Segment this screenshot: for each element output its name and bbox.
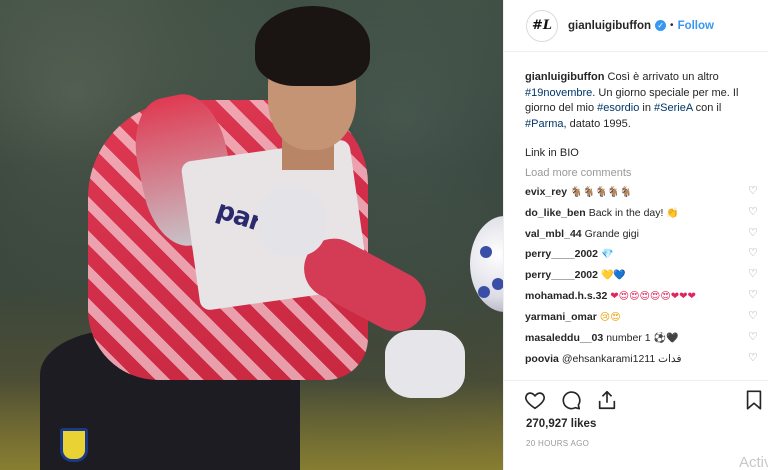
load-more-comments-button[interactable]: Load more comments [525,167,768,179]
likes-count[interactable]: 270,927 likes [526,418,596,430]
comment-row: val_mbl_44 Grande gigi ♡ [525,227,768,241]
comment-rows: evix_rey 🐐🐐🐐🐐🐐 ♡ do_like_ben Back in the day… [525,185,768,366]
follow-button[interactable]: Follow [678,20,714,32]
caption-fragment: in [639,102,655,114]
comment-username[interactable]: yarmani_omar [525,311,597,323]
comment-username[interactable]: evix_rey [525,186,567,198]
comment-text: Back in the day! [588,207,667,219]
hashtag-link[interactable]: #19novembre [525,87,592,99]
comment-like-heart-icon[interactable]: ♡ [748,186,759,197]
comment-like-heart-icon[interactable]: ♡ [748,248,759,259]
post-timestamp: 20 HOURS AGO [526,439,590,448]
comment-username[interactable]: masaleddu__03 [525,332,603,344]
comment-row: masaleddu__03 number 1 ⚽🖤 ♡ [525,331,768,346]
comment-username[interactable]: perry____2002 [525,269,598,281]
hashtag-link[interactable]: #Parma [525,118,564,130]
activate-watermark: Activ [739,454,768,470]
caption-fragment: , datato 1995. [563,117,631,130]
comment-row: perry____2002 💎 ♡ [525,247,768,262]
caption-fragment: Così è arrivato un altro [607,71,719,83]
player-hair [255,6,370,86]
player-glove-left [258,188,326,256]
comment-like-heart-icon[interactable]: ♡ [748,353,759,364]
player-glove-right [385,330,465,398]
comment-emoji: 💎 [600,249,614,260]
comment-icon[interactable] [560,389,582,411]
comment-username[interactable]: poovia [525,353,559,365]
comment-row: do_like_ben Back in the day! 👏 ♡ [525,206,768,221]
comment-row: mohamad.h.s.32 ❤😍😍😍😍😍❤❤❤ ♡ [525,289,768,304]
comment-emoji: 🐐🐐🐐🐐🐐 [570,187,633,198]
comment-like-heart-icon[interactable]: ♡ [748,228,759,239]
hashtag-link[interactable]: #SerieA [654,102,693,114]
comment-text: number 1 [606,332,654,344]
bookmark-icon[interactable] [743,389,765,411]
caption-username[interactable]: gianluigibuffon [525,71,604,83]
comment-emoji: 👏 [666,208,679,219]
post-photo[interactable]: parma [0,0,503,470]
share-icon[interactable] [596,389,618,411]
comment-username[interactable]: perry____2002 [525,248,598,260]
post-header: #L gianluigibuffon ✓ • Follow [504,0,768,52]
comment-emoji: ⚽🖤 [653,333,679,344]
comment-username[interactable]: mohamad.h.s.32 [525,290,607,302]
post-sidebar: #L gianluigibuffon ✓ • Follow gianluigib… [503,0,768,470]
comment-row: perry____2002 💛💙 ♡ [525,268,768,283]
comment-emoji: ❤😍😍😍😍😍❤❤❤ [610,291,696,302]
comment-like-heart-icon[interactable]: ♡ [748,311,759,322]
comment-username[interactable]: val_mbl_44 [525,228,582,240]
comment-text: @ehsankarami1211 فدات [561,353,682,365]
header-username[interactable]: gianluigibuffon [568,20,651,32]
comment-row: evix_rey 🐐🐐🐐🐐🐐 ♡ [525,185,768,200]
comment-emoji: 💛💙 [600,270,626,281]
club-badge [60,428,88,462]
hashtag-link[interactable]: #esordio [597,102,639,114]
comment-like-heart-icon[interactable]: ♡ [748,269,759,280]
comment-emoji: 😢😍 [599,312,621,323]
caption-fragment: con il [692,102,722,114]
comment-row: yarmani_omar 😢😍 ♡ [525,310,768,325]
comment-username[interactable]: do_like_ben [525,207,586,219]
caption: gianluigibuffon Così è arrivato un altro… [525,70,761,132]
heart-icon[interactable] [524,389,546,411]
post-actions: 270,927 likes 20 HOURS AGO Activ [504,380,768,470]
comments-list[interactable]: gianluigibuffon Così è arrivato un altro… [525,70,768,380]
separator-dot: • [670,20,674,31]
comment-like-heart-icon[interactable]: ♡ [748,332,759,343]
action-icons [524,389,618,411]
avatar[interactable]: #L [526,9,558,42]
comment-like-heart-icon[interactable]: ♡ [748,290,759,301]
caption-link-line: Link in BIO [525,147,579,159]
comment-like-heart-icon[interactable]: ♡ [748,207,759,218]
comment-text: Grande gigi [584,228,639,240]
verified-badge-icon: ✓ [655,20,667,31]
comment-row: poovia @ehsankarami1211 فدات ♡ [525,352,768,366]
